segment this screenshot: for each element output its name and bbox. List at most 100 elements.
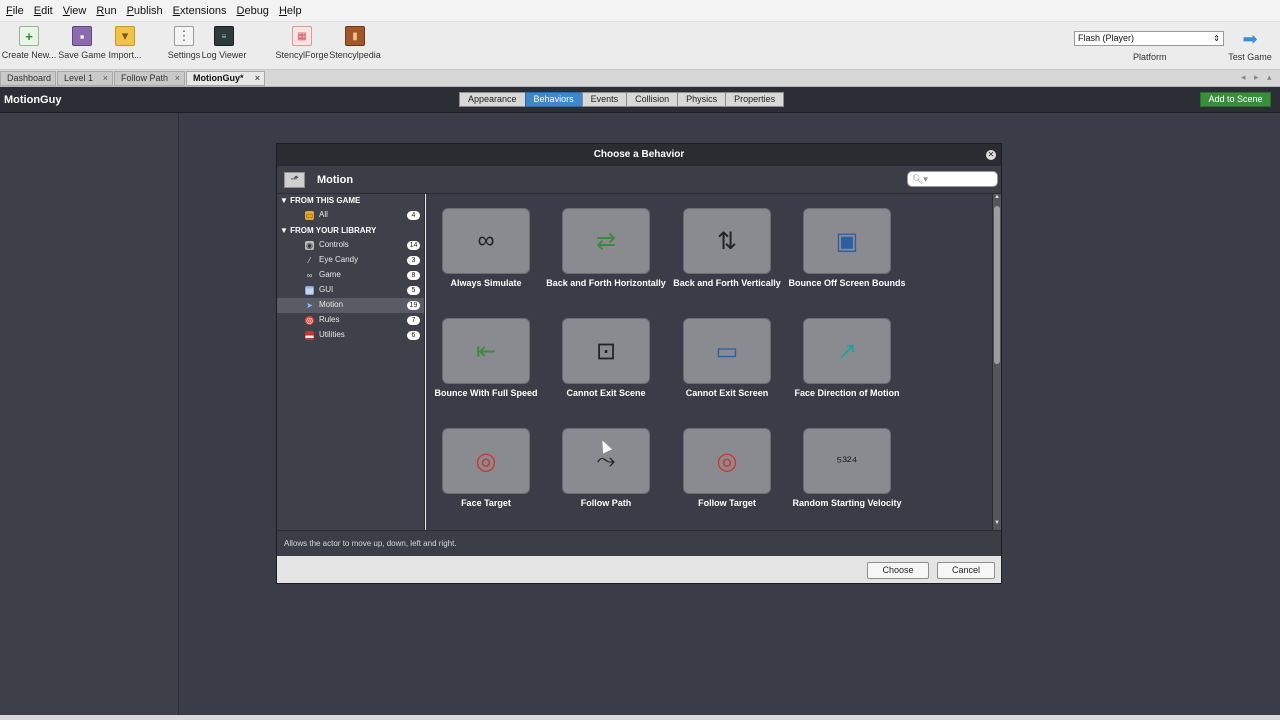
actor-header: MotionGuy Appearance Behaviors Events Co…: [0, 87, 1280, 113]
platform-select[interactable]: Flash (Player) ⇕: [1074, 31, 1224, 46]
scroll-up-icon[interactable]: ▲: [993, 194, 1001, 200]
status-bar: [0, 715, 1280, 720]
category-sidebar: ▼ FROM THIS GAME ▭ All 4 ▼ FROM YOUR LIB…: [277, 194, 425, 530]
magic-wand-icon: ⁄: [308, 256, 311, 265]
cannot-exit-scene-icon: ⊡: [562, 318, 650, 384]
dialog-titlebar: Choose a Behavior ✕: [277, 144, 1001, 166]
cannot-exit-screen-icon: ▭: [683, 318, 771, 384]
close-icon[interactable]: ×: [255, 72, 260, 85]
from-library-header[interactable]: ▼ FROM YOUR LIBRARY: [280, 226, 376, 235]
menu-bar: File Edit View Run Publish Extensions De…: [0, 0, 1280, 22]
add-to-scene-button[interactable]: Add to Scene: [1200, 92, 1271, 107]
motion-icon: ➤: [306, 301, 313, 310]
follow-target-icon: ◎: [683, 428, 771, 494]
menu-extensions[interactable]: Extensions: [173, 5, 227, 17]
menu-view[interactable]: View: [63, 5, 87, 17]
close-icon[interactable]: ×: [103, 72, 108, 85]
tab-events[interactable]: Events: [581, 92, 628, 107]
dialog-header: ⬏ Motion 🔍︎▾: [277, 166, 1001, 194]
platform-label: Platform: [1133, 52, 1167, 62]
scroll-down-icon[interactable]: ▼: [993, 520, 1001, 526]
sidebar-item-rules[interactable]: ◎ Rules 7: [277, 313, 424, 328]
target-icon: ◎: [305, 316, 314, 325]
behavior-list-panel: [0, 113, 179, 715]
menu-help[interactable]: Help: [279, 5, 302, 17]
choose-button[interactable]: Choose: [867, 562, 929, 579]
back-forth-horizontal-icon: ⇄: [562, 208, 650, 274]
document-tab-bar: Dashboard Level 1 × Follow Path × Motion…: [0, 70, 1280, 87]
dialog-title: Choose a Behavior: [593, 149, 685, 160]
stencylforge-button[interactable]: ▦ StencylForge: [273, 26, 331, 60]
face-direction-icon: ↗: [803, 318, 891, 384]
save-icon: ▪: [72, 26, 92, 46]
tab-properties[interactable]: Properties: [725, 92, 785, 107]
section-title: Motion: [317, 174, 354, 186]
sidebar-item-game[interactable]: ∞ Game 8: [277, 268, 424, 283]
up-folder-button[interactable]: ⬏: [284, 172, 305, 188]
tab-next-icon[interactable]: ▸: [1254, 72, 1259, 83]
behavior-description: Allows the actor to move up, down, left …: [277, 530, 1001, 556]
actor-title: MotionGuy: [4, 94, 62, 106]
dialog-footer: Choose Cancel: [277, 556, 1001, 583]
face-target-icon: ◎: [442, 428, 530, 494]
test-game-button[interactable]: ➡ Test Game: [1228, 30, 1272, 62]
tab-motionguy[interactable]: MotionGuy* ×: [186, 71, 265, 86]
stencylforge-icon: ▦: [292, 26, 312, 46]
bounce-off-screen-icon: ▣: [803, 208, 891, 274]
log-viewer-icon: ≡: [214, 26, 234, 46]
scrollbar-thumb[interactable]: [994, 206, 1000, 364]
cancel-button[interactable]: Cancel: [937, 562, 995, 579]
menu-run[interactable]: Run: [96, 5, 116, 17]
sidebar-item-eye-candy[interactable]: ⁄ Eye Candy 3: [277, 253, 424, 268]
sidebar-item-motion[interactable]: ➤ Motion 19: [277, 298, 424, 313]
choose-behavior-dialog: Choose a Behavior ✕ ⬏ Motion 🔍︎▾ ▼ FROM …: [276, 143, 1002, 584]
sidebar-item-all[interactable]: ▭ All 4: [277, 208, 424, 223]
always-simulate-icon: ∞: [442, 208, 530, 274]
tab-physics[interactable]: Physics: [677, 92, 727, 107]
random-velocity-icon: ⁵³²⁴: [803, 428, 891, 494]
gamepad-icon: ◉: [305, 241, 314, 250]
sidebar-item-gui[interactable]: ▤ GUI 5: [277, 283, 424, 298]
tab-prev-icon[interactable]: ◂: [1241, 72, 1246, 83]
arrow-right-icon: ➡: [1242, 29, 1258, 49]
close-icon[interactable]: ×: [175, 72, 180, 85]
tab-follow-path[interactable]: Follow Path ×: [114, 71, 185, 86]
behavior-grid-scrollbar[interactable]: ▲ ▼: [992, 194, 1001, 530]
close-icon[interactable]: ✕: [986, 150, 996, 160]
sidebar-item-controls[interactable]: ◉ Controls 14: [277, 238, 424, 253]
toolbar: + Create New... ▪ Save Game ▾ Import... …: [0, 22, 1280, 70]
gui-window-icon: ▤: [305, 286, 314, 295]
tab-dashboard[interactable]: Dashboard: [0, 71, 56, 86]
import-button[interactable]: ▾ Import...: [96, 26, 154, 60]
tab-behaviors[interactable]: Behaviors: [524, 92, 583, 107]
behavior-grid: ∞ Always Simulate ⇄ Back and Forth Horiz…: [426, 194, 992, 530]
menu-debug[interactable]: Debug: [237, 5, 269, 17]
tab-collision[interactable]: Collision: [626, 92, 679, 107]
platform-select-value: Flash (Player): [1078, 33, 1135, 43]
log-viewer-button[interactable]: ≡ Log Viewer: [195, 26, 253, 60]
game-link-icon: ∞: [306, 271, 313, 280]
bounce-full-speed-icon: ⇤: [442, 318, 530, 384]
search-input[interactable]: 🔍︎▾: [907, 171, 998, 187]
from-game-header[interactable]: ▼ FROM THIS GAME: [280, 196, 360, 205]
create-new-icon: +: [19, 26, 39, 46]
toolbox-icon: ▬: [305, 331, 314, 340]
actor-mode-tabs: Appearance Behaviors Events Collision Ph…: [459, 92, 785, 107]
back-forth-vertical-icon: ⇅: [683, 208, 771, 274]
select-arrow-icon: ⇕: [1213, 34, 1220, 43]
menu-edit[interactable]: Edit: [34, 5, 53, 17]
settings-icon: ⋮: [174, 26, 194, 46]
create-new-button[interactable]: + Create New...: [0, 26, 58, 60]
menu-file[interactable]: File: [6, 5, 24, 17]
tab-menu-icon[interactable]: ▴: [1267, 72, 1272, 83]
tab-level-1[interactable]: Level 1 ×: [57, 71, 113, 86]
book-icon: ▮: [345, 26, 365, 46]
menu-publish[interactable]: Publish: [127, 5, 163, 17]
import-icon: ▾: [115, 26, 135, 46]
tab-appearance[interactable]: Appearance: [459, 92, 526, 107]
folder-icon: ▭: [305, 211, 314, 220]
up-arrow-icon: ⬏: [290, 174, 299, 185]
search-icon: 🔍︎▾: [912, 174, 928, 184]
sidebar-item-utilities[interactable]: ▬ Utilities 6: [277, 328, 424, 343]
stencylpedia-button[interactable]: ▮ Stencylpedia: [326, 26, 384, 60]
